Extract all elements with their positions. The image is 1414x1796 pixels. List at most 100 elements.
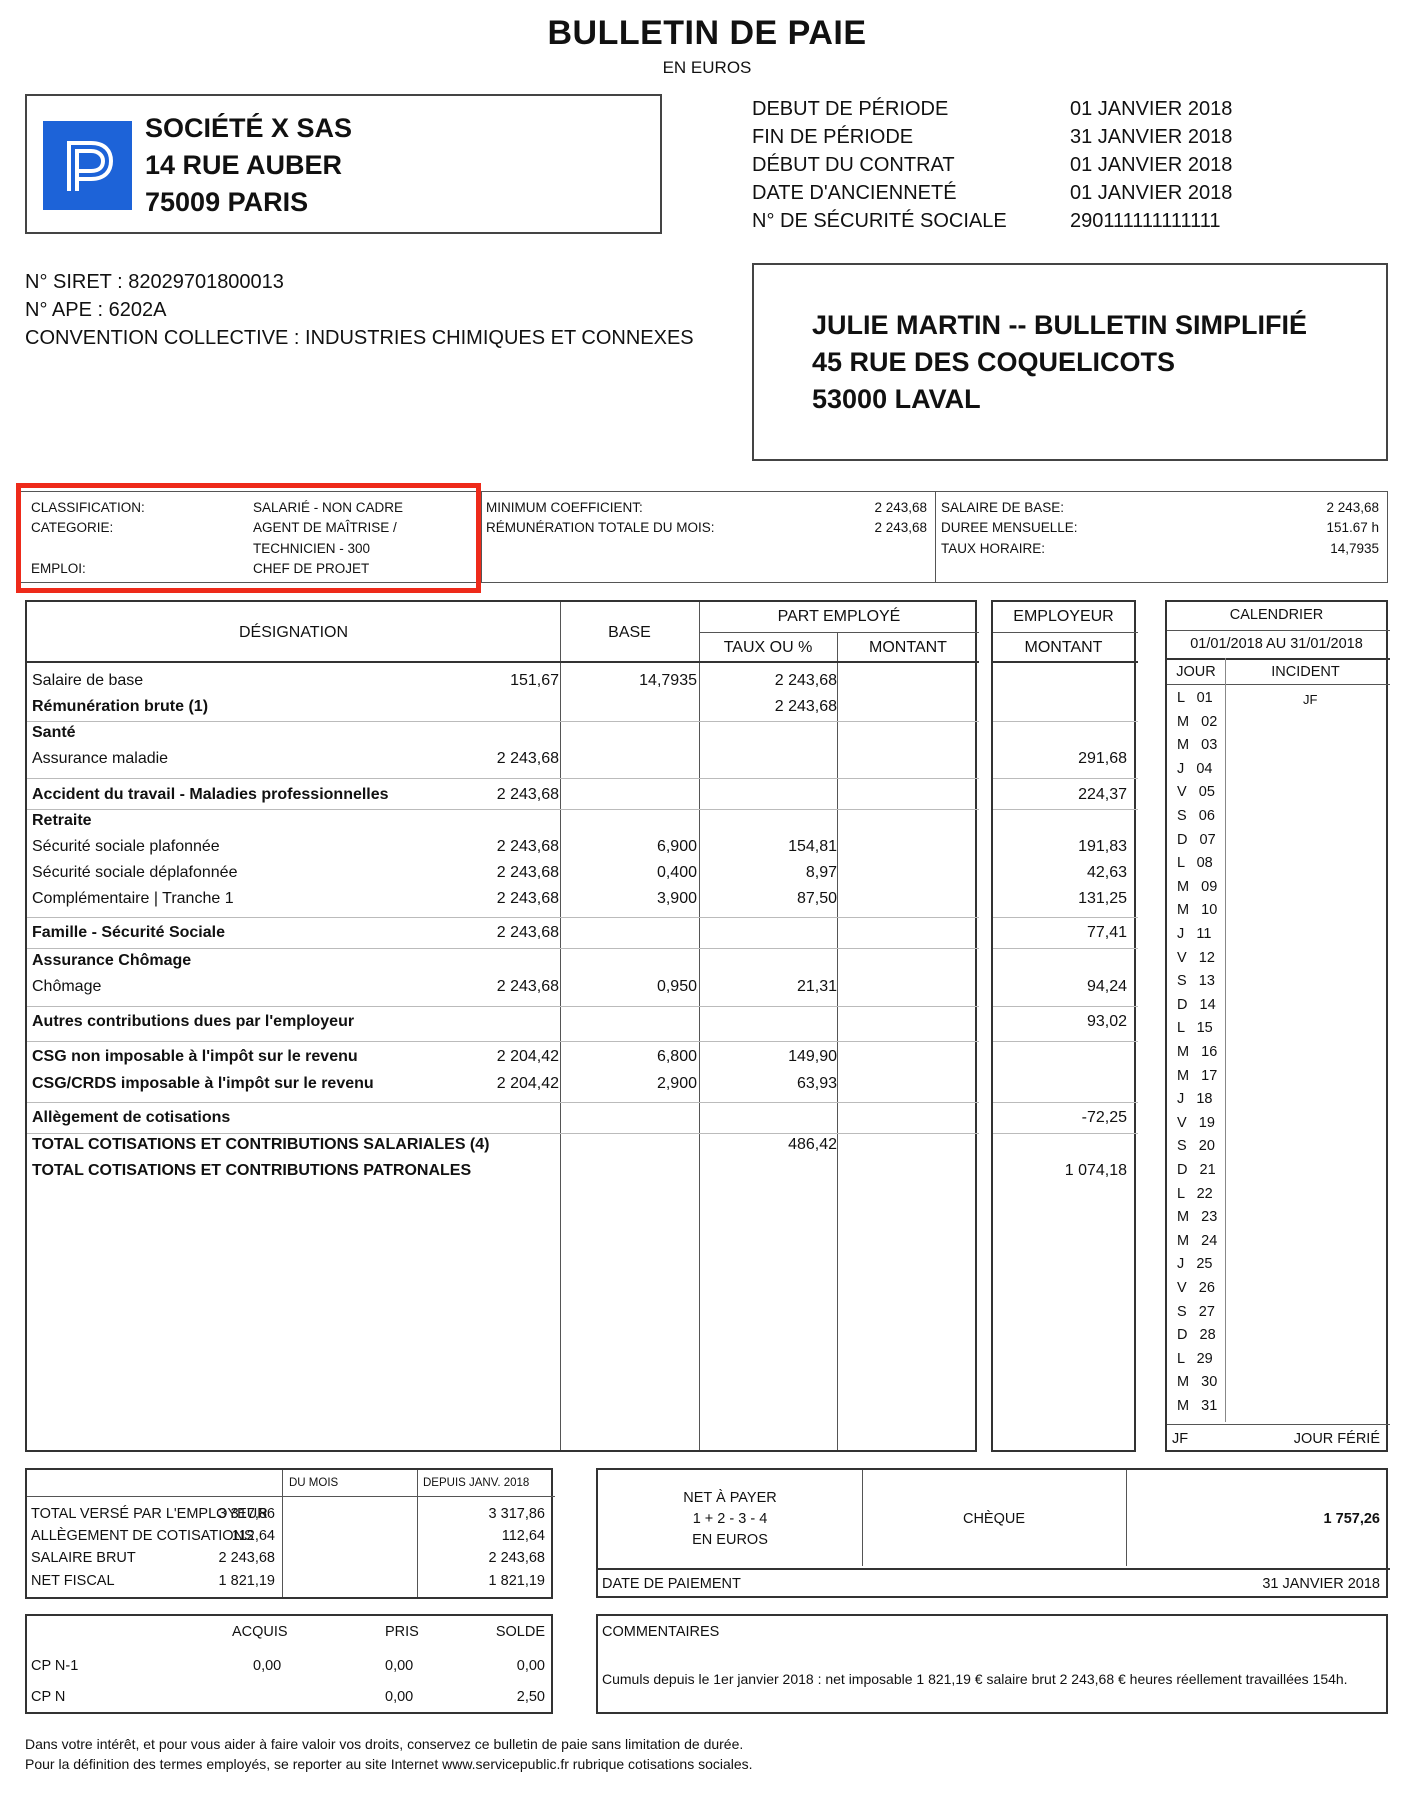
conges-solde-n1: 0,00 bbox=[516, 1658, 545, 1674]
cell-employeur: -72,25 bbox=[1081, 1109, 1127, 1126]
duree-value: 151.67 h bbox=[1326, 520, 1379, 535]
cell-des: TOTAL COTISATIONS ET CONTRIBUTIONS SALAR… bbox=[32, 1136, 490, 1153]
calendar-day: V 12 bbox=[1177, 949, 1215, 966]
cell-des: Complémentaire | Tranche 1 bbox=[32, 890, 234, 907]
comments-box: COMMENTAIRES Cumuls depuis le 1er janvie… bbox=[596, 1614, 1388, 1714]
calendar-day: M 23 bbox=[1177, 1209, 1218, 1226]
header-designation: DÉSIGNATION bbox=[238, 624, 349, 641]
totals-label-brut: SALAIRE BRUT bbox=[31, 1550, 136, 1566]
row-separator bbox=[993, 721, 1138, 722]
totals-depuis-allegement: 112,64 bbox=[501, 1528, 545, 1544]
cell-employeur: 42,63 bbox=[1086, 864, 1127, 881]
employee-address: JULIE MARTIN -- BULLETIN SIMPLIFIÉ 45 RU… bbox=[812, 307, 1307, 418]
table-row: TOTAL COTISATIONS ET CONTRIBUTIONS SALAR… bbox=[27, 1132, 979, 1158]
calendar-day: M 03 bbox=[1177, 737, 1218, 754]
calendar-day: M 16 bbox=[1177, 1044, 1218, 1060]
period-value-ssn: 290111111111111 bbox=[1070, 210, 1221, 232]
row-separator bbox=[993, 948, 1138, 949]
calendar-day: D 21 bbox=[1177, 1162, 1216, 1178]
min-coef-value: 2 243,68 bbox=[874, 500, 927, 515]
cell-taux: 6,800 bbox=[656, 1048, 697, 1065]
conges-solde-n: 2,50 bbox=[516, 1689, 545, 1705]
cell-base: 2 204,42 bbox=[496, 1048, 559, 1065]
calendar-day: S 20 bbox=[1177, 1138, 1215, 1155]
calendar-col-incident: INCIDENT bbox=[1271, 664, 1340, 680]
totals-box: DU MOIS DEPUIS JANV. 2018 TOTAL VERSÉ PA… bbox=[25, 1468, 555, 1599]
calendar-divider bbox=[1167, 658, 1390, 660]
row-divider bbox=[598, 1568, 1390, 1570]
table-row: Santé bbox=[27, 720, 979, 746]
table-row: Assurance maladie 2 243,68 bbox=[27, 746, 979, 772]
calendar-day: S 06 bbox=[1177, 808, 1215, 824]
employer-table: EMPLOYEUR MONTANT 291,68 224,37 191,83 42,6… bbox=[991, 600, 1138, 1452]
conges-label-n1: CP N-1 bbox=[31, 1658, 79, 1674]
convention: CONVENTION COLLECTIVE : INDUSTRIES CHIMI… bbox=[25, 327, 694, 349]
cell-des: Sécurité sociale plafonnée bbox=[32, 838, 220, 855]
period-value-start: 01 JANVIER 2018 bbox=[1070, 98, 1233, 120]
legal-info: N° SIRET : 82029701800013 N° APE : 6202A… bbox=[25, 268, 694, 352]
row-separator bbox=[993, 1006, 1138, 1007]
cell-des: Assurance maladie bbox=[32, 750, 169, 767]
cell-des: CSG/CRDS imposable à l'impôt sur le reve… bbox=[32, 1075, 374, 1092]
period-label-seniority: DATE D'ANCIENNETÉ bbox=[752, 182, 957, 204]
cell-mont: 154,81 bbox=[788, 838, 837, 855]
comments-title: COMMENTAIRES bbox=[602, 1624, 720, 1640]
cell-mont: 2 243,68 bbox=[774, 698, 837, 715]
totals-mois-brut: 2 243,68 bbox=[218, 1550, 275, 1566]
cell-employeur: 191,83 bbox=[1078, 838, 1127, 855]
cell-mont: 486,42 bbox=[788, 1136, 837, 1153]
calendar-day: L 29 bbox=[1177, 1350, 1213, 1367]
net-label: NET À PAYER bbox=[683, 1490, 777, 1506]
period-label-end: FIN DE PÉRIODE bbox=[752, 126, 914, 148]
company-address: SOCIÉTÉ X SAS 14 RUE AUBER 75009 PARIS bbox=[145, 110, 352, 221]
cell-employeur: 291,68 bbox=[1078, 750, 1127, 767]
calendar-day: J 04 bbox=[1177, 760, 1213, 777]
table-row: Salaire de base 151,67 14,7935 2 243,68 bbox=[27, 668, 979, 694]
divider bbox=[481, 492, 482, 582]
cell-des: CSG non imposable à l'impôt sur le reven… bbox=[32, 1048, 358, 1065]
period-value-contract: 01 JANVIER 2018 bbox=[1070, 154, 1233, 176]
totals-depuis-fiscal: 1 821,19 bbox=[488, 1573, 545, 1589]
company-name: SOCIÉTÉ X SAS bbox=[145, 113, 353, 143]
footer-line1: Dans votre intérêt, et pour vous aider à… bbox=[25, 1736, 744, 1752]
calendar-day: S 27 bbox=[1177, 1303, 1215, 1320]
table-row: CSG non imposable à l'impôt sur le reven… bbox=[27, 1044, 979, 1070]
cell-taux: 14,7935 bbox=[639, 672, 697, 689]
period-value-end: 31 JANVIER 2018 bbox=[1070, 126, 1233, 148]
company-box: SOCIÉTÉ X SAS 14 RUE AUBER 75009 PARIS bbox=[25, 94, 662, 234]
employee-box: JULIE MARTIN -- BULLETIN SIMPLIFIÉ 45 RU… bbox=[752, 263, 1388, 461]
calendar-incident-jf: JF bbox=[1303, 692, 1318, 707]
taux-label: TAUX HORAIRE: bbox=[941, 541, 1046, 556]
totals-label-allegement: ALLÈGEMENT DE COTISATIONS bbox=[31, 1528, 254, 1544]
table-row: Retraite bbox=[27, 808, 979, 834]
table-row: Assurance Chômage bbox=[27, 948, 979, 974]
calendar-day: D 28 bbox=[1177, 1327, 1216, 1344]
cell-mont: 8,97 bbox=[805, 864, 837, 881]
period-label-ssn: N° DE SÉCURITÉ SOCIALE bbox=[752, 210, 1007, 232]
row-separator bbox=[993, 917, 1138, 918]
header-base: BASE bbox=[608, 624, 651, 641]
payment-date-label: DATE DE PAIEMENT bbox=[602, 1576, 741, 1592]
cell-des: Santé bbox=[32, 724, 76, 741]
calendar-day: D 07 bbox=[1177, 831, 1216, 848]
cell-mont: 63,93 bbox=[796, 1075, 837, 1092]
conges-acquis-n1: 0,00 bbox=[253, 1658, 282, 1674]
calendar-day: V 26 bbox=[1177, 1280, 1215, 1296]
cell-base: 2 243,68 bbox=[496, 978, 559, 995]
cell-taux: 0,950 bbox=[656, 978, 697, 995]
totals-depuis-verse: 3 317,86 bbox=[488, 1506, 545, 1522]
header-taux: TAUX OU % bbox=[723, 639, 813, 656]
employee-address-line2: 53000 LAVAL bbox=[812, 384, 981, 414]
header-montant: MONTANT bbox=[869, 639, 947, 656]
calendar-day: L 22 bbox=[1177, 1185, 1213, 1202]
row-separator bbox=[27, 1102, 979, 1103]
table-row: Autres contributions dues par l'employeu… bbox=[27, 1009, 979, 1035]
conges-col-solde: SOLDE bbox=[495, 1624, 545, 1640]
cell-des: Chômage bbox=[32, 978, 102, 995]
calendar-day: V 05 bbox=[1177, 784, 1215, 801]
conges-pris-n1: 0,00 bbox=[385, 1658, 414, 1674]
comments-text: Cumuls depuis le 1er janvier 2018 : net … bbox=[602, 1671, 1348, 1687]
cell-employeur: 94,24 bbox=[1086, 978, 1127, 995]
totals-col-depuis: DEPUIS JANV. 2018 bbox=[423, 1477, 530, 1489]
calendar-day: L 15 bbox=[1177, 1020, 1213, 1037]
